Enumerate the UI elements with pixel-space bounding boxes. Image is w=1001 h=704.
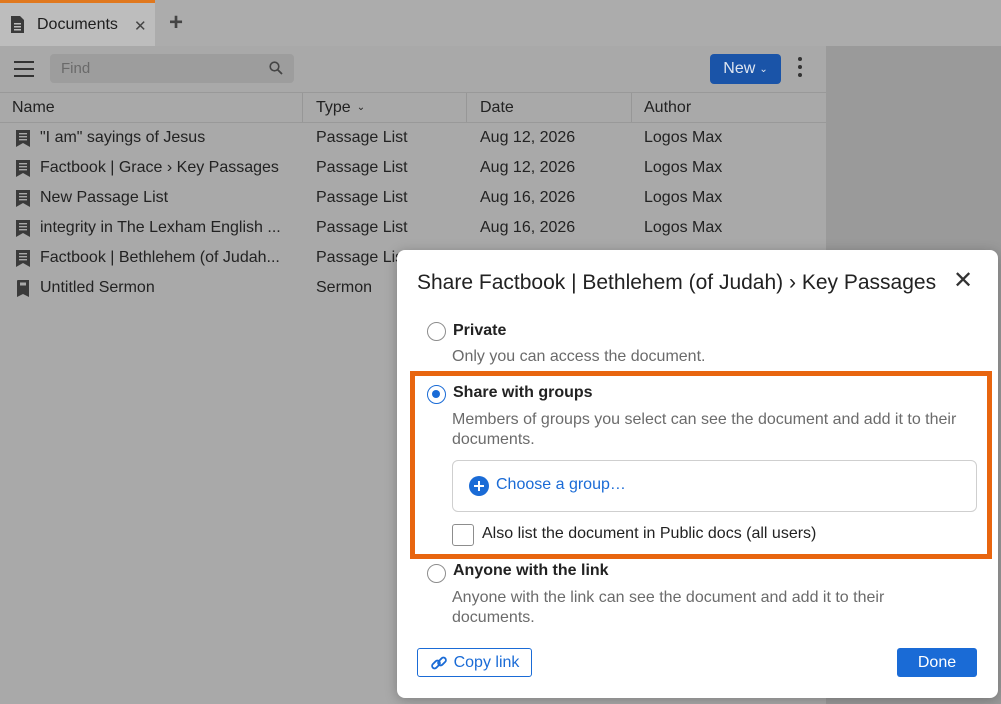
column-divider[interactable] [302,93,303,122]
private-description: Only you can access the document. [452,348,706,365]
anyone-with-link-radio[interactable] [427,564,446,583]
tab-documents[interactable]: Documents ✕ [0,0,155,46]
row-author: Logos Max [644,129,723,146]
header-date[interactable]: Date [480,93,514,122]
search-icon[interactable] [269,61,283,75]
share-with-groups-description: Members of groups you select can see the… [452,411,957,448]
table-row[interactable]: "I am" sayings of Jesus Passage List Aug… [0,123,826,153]
more-options-icon[interactable] [795,57,805,81]
row-name: Factbook | Bethlehem (of Judah... [40,249,280,266]
row-date: Aug 16, 2026 [480,189,576,206]
sermon-icon [17,280,29,297]
row-date: Aug 16, 2026 [480,219,576,236]
row-name: New Passage List [40,189,169,206]
document-icon [11,16,24,33]
done-label: Done [917,653,957,671]
column-divider[interactable] [631,93,632,122]
private-radio[interactable] [427,322,446,341]
add-circle-icon [469,476,489,496]
chevron-down-icon: ⌄ [759,63,768,75]
header-author[interactable]: Author [644,93,691,122]
table-row[interactable]: New Passage List Passage List Aug 16, 20… [0,183,826,213]
row-name: Factbook | Grace › Key Passages [40,159,279,176]
header-type-label: Type [316,99,351,116]
passage-list-icon [16,220,30,237]
row-type: Passage List [316,189,408,206]
toolbar: New ⌄ [0,46,826,92]
row-name: Untitled Sermon [40,279,155,296]
new-button-label: New [723,60,756,77]
passage-list-icon [16,250,30,267]
passage-list-icon [16,130,30,147]
tab-label: Documents [37,15,118,33]
share-with-groups-radio[interactable] [427,385,446,404]
search-input[interactable] [50,54,260,83]
sort-chevron-icon: ⌄ [356,102,366,114]
public-docs-checkbox[interactable] [452,524,474,546]
row-type: Passage List [316,129,408,146]
menu-icon[interactable] [14,61,34,77]
done-button[interactable]: Done [897,648,977,677]
add-tab-icon[interactable]: + [169,9,183,37]
header-name[interactable]: Name [12,93,55,122]
new-button[interactable]: New ⌄ [710,54,781,84]
find-box [50,54,294,83]
table-row[interactable]: Factbook | Grace › Key Passages Passage … [0,153,826,183]
tab-bar: Documents ✕ + [0,0,1001,46]
private-label[interactable]: Private [453,322,506,340]
row-author: Logos Max [644,159,723,176]
public-docs-label[interactable]: Also list the document in Public docs (a… [482,525,816,543]
link-icon [430,656,447,669]
anyone-with-link-label[interactable]: Anyone with the link [453,562,609,580]
choose-group-link[interactable]: Choose a group… [496,476,626,494]
passage-list-icon [16,160,30,177]
column-divider[interactable] [466,93,467,122]
row-date: Aug 12, 2026 [480,159,576,176]
row-name: "I am" sayings of Jesus [40,129,206,146]
row-name: integrity in The Lexham English ... [40,219,281,236]
row-author: Logos Max [644,219,723,236]
share-dialog: Share Factbook | Bethlehem (of Judah) › … [397,250,998,698]
copy-link-button[interactable]: Copy link [417,648,532,677]
row-type: Sermon [316,279,373,296]
copy-link-label: Copy link [453,653,520,671]
row-date: Aug 12, 2026 [480,129,576,146]
anyone-with-link-description: Anyone with the link can see the documen… [452,589,885,626]
table-row[interactable]: integrity in The Lexham English ... Pass… [0,213,826,243]
column-header: Name Type ⌄ Date Author [0,92,826,123]
row-type: Passage List [316,159,408,176]
tab-close-icon[interactable]: ✕ [134,17,147,35]
row-type: Passage List [316,249,408,266]
header-type[interactable]: Type ⌄ [316,93,365,122]
share-with-groups-label[interactable]: Share with groups [453,384,593,402]
passage-list-icon [16,190,30,207]
close-icon[interactable]: ✕ [952,269,974,293]
row-author: Logos Max [644,189,723,206]
choose-group-field[interactable]: Choose a group… [452,460,977,512]
dialog-title: Share Factbook | Bethlehem (of Judah) › … [417,271,937,294]
row-type: Passage List [316,219,408,236]
